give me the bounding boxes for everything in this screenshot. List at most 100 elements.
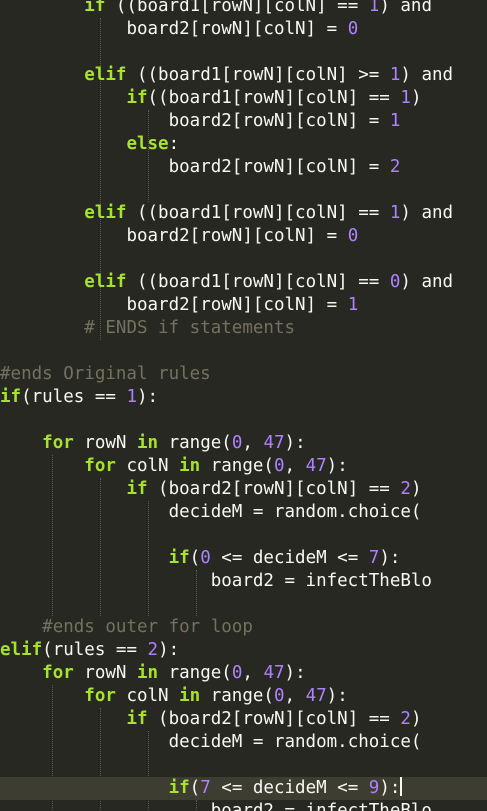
code-text: ( <box>189 548 201 568</box>
code-text: rowN <box>73 433 137 453</box>
code-line[interactable] <box>0 248 487 271</box>
code-line[interactable] <box>0 593 487 616</box>
code-line[interactable]: for rowN in range(0, 47): <box>0 432 487 455</box>
code-text: ) and <box>400 272 454 292</box>
code-keyword: if <box>126 88 148 108</box>
code-text: , <box>242 433 264 453</box>
code-comment: # ENDS if statements <box>84 318 296 338</box>
code-line[interactable]: elif(rules == 2): <box>0 639 487 662</box>
code-keyword: elif <box>84 65 127 85</box>
code-keyword: for <box>42 663 74 683</box>
code-keyword: if <box>168 778 190 798</box>
code-line[interactable]: for rowN in range(0, 47): <box>0 662 487 685</box>
code-text: ): <box>379 548 401 568</box>
code-line[interactable]: elif ((board1[rowN][colN] == 0) and <box>0 271 487 294</box>
code-text: ( <box>189 778 201 798</box>
code-line[interactable]: for colN in range(0, 47): <box>0 455 487 478</box>
code-number: 9 <box>368 778 380 798</box>
code-text: ) <box>410 88 422 108</box>
code-line[interactable]: if (board2[rowN][colN] == 2) <box>0 708 487 731</box>
code-line[interactable]: if (board2[rowN][colN] == 2) <box>0 478 487 501</box>
code-number: 2 <box>400 479 411 499</box>
code-line[interactable] <box>0 340 487 363</box>
code-number: 0 <box>200 548 211 568</box>
code-comment: #ends Original rules <box>0 364 211 384</box>
code-number: 47 <box>305 686 327 706</box>
code-line[interactable]: if((board1[rowN][colN] == 1) <box>0 87 487 110</box>
code-line[interactable]: board2 = infectTheBlo <box>0 800 487 811</box>
code-text: ((board1[rowN][colN] == <box>105 0 369 16</box>
code-text: , <box>284 456 306 476</box>
code-number: 1 <box>400 88 411 108</box>
code-line[interactable]: elif ((board1[rowN][colN] == 1) and <box>0 202 487 225</box>
code-text: ) <box>410 479 422 499</box>
code-keyword: else <box>126 134 169 154</box>
code-line[interactable] <box>0 409 487 432</box>
code-line[interactable]: board2[rowN][colN] = 1 <box>0 110 487 133</box>
code-line[interactable]: board2[rowN][colN] = 1 <box>0 294 487 317</box>
code-number: 0 <box>231 663 243 683</box>
code-text: board2[rowN][colN] = <box>168 157 390 177</box>
code-keyword: if <box>84 0 106 16</box>
code-text: ): <box>326 686 348 706</box>
code-line[interactable]: if(7 <= decideM <= 9): <box>0 777 487 800</box>
code-keyword: in <box>136 663 159 683</box>
code-keyword: in <box>179 456 201 476</box>
code-line[interactable]: board2[rowN][colN] = 0 <box>0 225 487 248</box>
code-line[interactable]: board2[rowN][colN] = 2 <box>0 156 487 179</box>
code-line[interactable]: # ENDS if statements <box>0 317 487 340</box>
code-number: 1 <box>368 0 380 16</box>
code-text: (rules == <box>42 640 148 660</box>
code-keyword: elif <box>84 203 127 223</box>
code-text: board2 = infectTheBlo <box>210 571 432 591</box>
code-line[interactable]: if ((board1[rowN][colN] == 1) and <box>0 0 487 18</box>
code-text: (board2[rowN][colN] == <box>147 709 401 729</box>
code-line[interactable] <box>0 179 487 202</box>
code-line[interactable]: #ends outer for loop <box>0 616 487 639</box>
code-keyword: if <box>126 479 148 499</box>
code-number: 0 <box>273 686 285 706</box>
code-text: board2[rowN][colN] = <box>126 19 348 39</box>
code-text: <= decideM <= <box>210 778 369 798</box>
code-line[interactable]: decideM = random.choice( <box>0 501 487 524</box>
code-text: <= decideM <= <box>210 548 369 568</box>
code-line[interactable]: board2[rowN][colN] = 0 <box>0 18 487 41</box>
code-line[interactable] <box>0 524 487 547</box>
code-line[interactable]: board2 = infectTheBlo <box>0 570 487 593</box>
code-text: range( <box>158 433 232 453</box>
code-text: ): <box>326 456 348 476</box>
code-line[interactable]: #ends Original rules <box>0 363 487 386</box>
code-line[interactable] <box>0 754 487 777</box>
code-editor[interactable]: if ((board1[rowN][colN] == 1) and board2… <box>0 0 487 811</box>
code-text: ): <box>284 433 306 453</box>
code-line[interactable] <box>0 41 487 64</box>
code-text: (rules == <box>21 387 127 407</box>
code-line[interactable]: else: <box>0 133 487 156</box>
code-line[interactable]: decideM = random.choice( <box>0 731 487 754</box>
code-keyword: if <box>0 387 22 407</box>
code-line[interactable]: for colN in range(0, 47): <box>0 685 487 708</box>
code-number: 7 <box>368 548 380 568</box>
code-number: 47 <box>263 663 285 683</box>
code-text: ((board1[rowN][colN] >= <box>126 65 390 85</box>
code-text: , <box>284 686 306 706</box>
code-line[interactable]: if(rules == 1): <box>0 386 487 409</box>
code-keyword: for <box>84 456 116 476</box>
code-line[interactable]: if(0 <= decideM <= 7): <box>0 547 487 570</box>
code-line[interactable]: elif ((board1[rowN][colN] >= 1) and <box>0 64 487 87</box>
code-text: decideM = random.choice( <box>168 732 422 752</box>
code-text: ((board1[rowN][colN] == <box>126 272 390 292</box>
